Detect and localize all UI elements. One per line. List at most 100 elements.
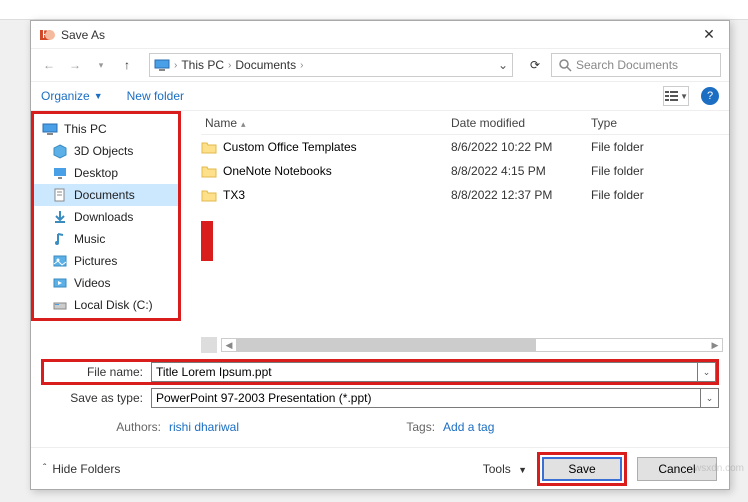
music-icon [52,231,68,247]
sidebar-item-label: Pictures [74,254,117,268]
file-date: 8/8/2022 4:15 PM [451,164,591,178]
help-icon[interactable]: ? [701,87,719,105]
sidebar-item-videos[interactable]: Videos [34,272,178,294]
save-as-type-row: Save as type: PowerPoint 97-2003 Present… [41,385,719,411]
this-pc-icon [42,121,58,137]
file-row[interactable]: TX3 8/8/2022 12:37 PM File folder [201,183,729,207]
sidebar-item-label: 3D Objects [74,144,133,158]
authors-label: Authors: [101,420,161,434]
filename-label: File name: [41,365,151,379]
save-highlight: Save [537,452,627,486]
pictures-icon [52,253,68,269]
sidebar-item-label: Local Disk (C:) [74,298,153,312]
file-name: OneNote Notebooks [223,164,332,178]
disk-icon [52,297,68,313]
sidebar-item-label: Music [74,232,105,246]
address-bar-row: ← → ▾ ↑ › This PC › Documents › ⌄ ⟳ Sear… [31,49,729,81]
column-name[interactable]: Name▴ [201,116,451,130]
type-dropdown-icon[interactable]: ⌄ [701,388,719,408]
save-as-dialog: P Save As ✕ ← → ▾ ↑ › This PC › Document… [30,20,730,490]
chevron-up-icon: ˆ [43,463,46,474]
recent-dropdown-icon[interactable]: ▾ [91,55,111,75]
tags-value[interactable]: Add a tag [443,420,494,434]
file-type: File folder [591,164,729,178]
authors-value[interactable]: rishi dhariwal [169,420,239,434]
refresh-icon[interactable]: ⟳ [525,55,545,75]
address-dropdown-icon[interactable]: ⌄ [498,58,508,72]
organize-button[interactable]: Organize ▼ [41,89,103,103]
chevron-down-icon: ▼ [94,91,103,101]
view-details-icon [664,90,678,102]
file-row[interactable]: OneNote Notebooks 8/8/2022 4:15 PM File … [201,159,729,183]
highlight-decoration [201,221,213,261]
column-headers: Name▴ Date modified Type [201,111,729,135]
downloads-icon [52,209,68,225]
chevron-right-icon[interactable]: › [174,60,177,71]
breadcrumb[interactable]: › This PC › Documents › ⌄ [149,53,513,77]
sidebar-item-this-pc[interactable]: This PC [34,118,178,140]
chevron-right-icon[interactable]: › [228,60,231,71]
type-value: PowerPoint 97-2003 Presentation (*.ppt) [156,391,371,405]
file-date: 8/8/2022 12:37 PM [451,188,591,202]
sidebar-item-pictures[interactable]: Pictures [34,250,178,272]
up-arrow-icon[interactable]: ↑ [117,55,137,75]
sidebar-item-music[interactable]: Music [34,228,178,250]
column-label: Name [205,116,237,130]
folder-icon [201,164,217,178]
filename-value: Title Lorem Ipsum.ppt [156,365,272,379]
column-date[interactable]: Date modified [451,116,591,130]
save-as-type-select[interactable]: PowerPoint 97-2003 Presentation (*.ppt) [151,388,701,408]
sidebar-item-desktop[interactable]: Desktop [34,162,178,184]
tools-button[interactable]: Tools ▼ [483,462,527,476]
hide-folders-button[interactable]: ˆ Hide Folders [43,462,120,476]
chevron-right-icon[interactable]: › [300,60,303,71]
dialog-footer: ˆ Hide Folders Tools ▼ Save Cancel [31,447,729,489]
metadata-row: Authors: rishi dhariwal Tags: Add a tag [41,415,719,439]
navigation-tree: This PC 3D Objects Desktop Documents Dow… [31,111,181,321]
sidebar-item-label: Documents [74,188,135,202]
titlebar: P Save As ✕ [31,21,729,49]
dialog-title: Save As [61,28,697,42]
scroll-thumb[interactable] [236,339,536,351]
crumb-documents[interactable]: Documents [235,58,296,72]
forward-arrow-icon[interactable]: → [65,55,85,75]
new-folder-button[interactable]: New folder [127,89,184,103]
back-arrow-icon[interactable]: ← [39,55,59,75]
sidebar-item-3d-objects[interactable]: 3D Objects [34,140,178,162]
documents-icon [52,187,68,203]
this-pc-icon [154,59,170,71]
form-area: File name: Title Lorem Ipsum.ppt ⌄ Save … [31,353,729,447]
desktop-icon [52,165,68,181]
file-name: Custom Office Templates [223,140,357,154]
cancel-label: Cancel [658,462,695,476]
filename-dropdown-icon[interactable]: ⌄ [698,362,716,382]
sidebar-item-local-disk[interactable]: Local Disk (C:) [34,294,178,316]
scroll-area: ◀ ▶ [201,337,729,353]
save-button[interactable]: Save [542,457,622,481]
sidebar-item-documents[interactable]: Documents [34,184,178,206]
scroll-right-icon[interactable]: ▶ [708,338,722,352]
sidebar-item-downloads[interactable]: Downloads [34,206,178,228]
filename-input[interactable]: Title Lorem Ipsum.ppt [151,362,698,382]
file-row[interactable]: Custom Office Templates 8/6/2022 10:22 P… [201,135,729,159]
chevron-down-icon: ▼ [680,92,688,101]
close-icon[interactable]: ✕ [697,23,721,47]
file-date: 8/6/2022 10:22 PM [451,140,591,154]
view-options-button[interactable]: ▼ [663,86,689,106]
file-list: Name▴ Date modified Type Custom Office T… [201,111,729,353]
videos-icon [52,275,68,291]
background-app-ribbon [0,0,748,20]
search-input[interactable]: Search Documents [551,53,721,77]
cube-icon [52,143,68,159]
organize-label: Organize [41,89,90,103]
chevron-down-icon: ▼ [518,465,527,475]
crumb-this-pc[interactable]: This PC [181,58,224,72]
filename-row: File name: Title Lorem Ipsum.ppt ⌄ [41,359,719,385]
file-type: File folder [591,140,729,154]
save-label: Save [568,462,595,476]
sidebar-item-label: This PC [64,122,107,136]
search-placeholder: Search Documents [576,58,678,72]
scroll-left-icon[interactable]: ◀ [222,338,236,352]
horizontal-scrollbar[interactable]: ◀ ▶ [221,338,723,352]
column-type[interactable]: Type [591,116,729,130]
